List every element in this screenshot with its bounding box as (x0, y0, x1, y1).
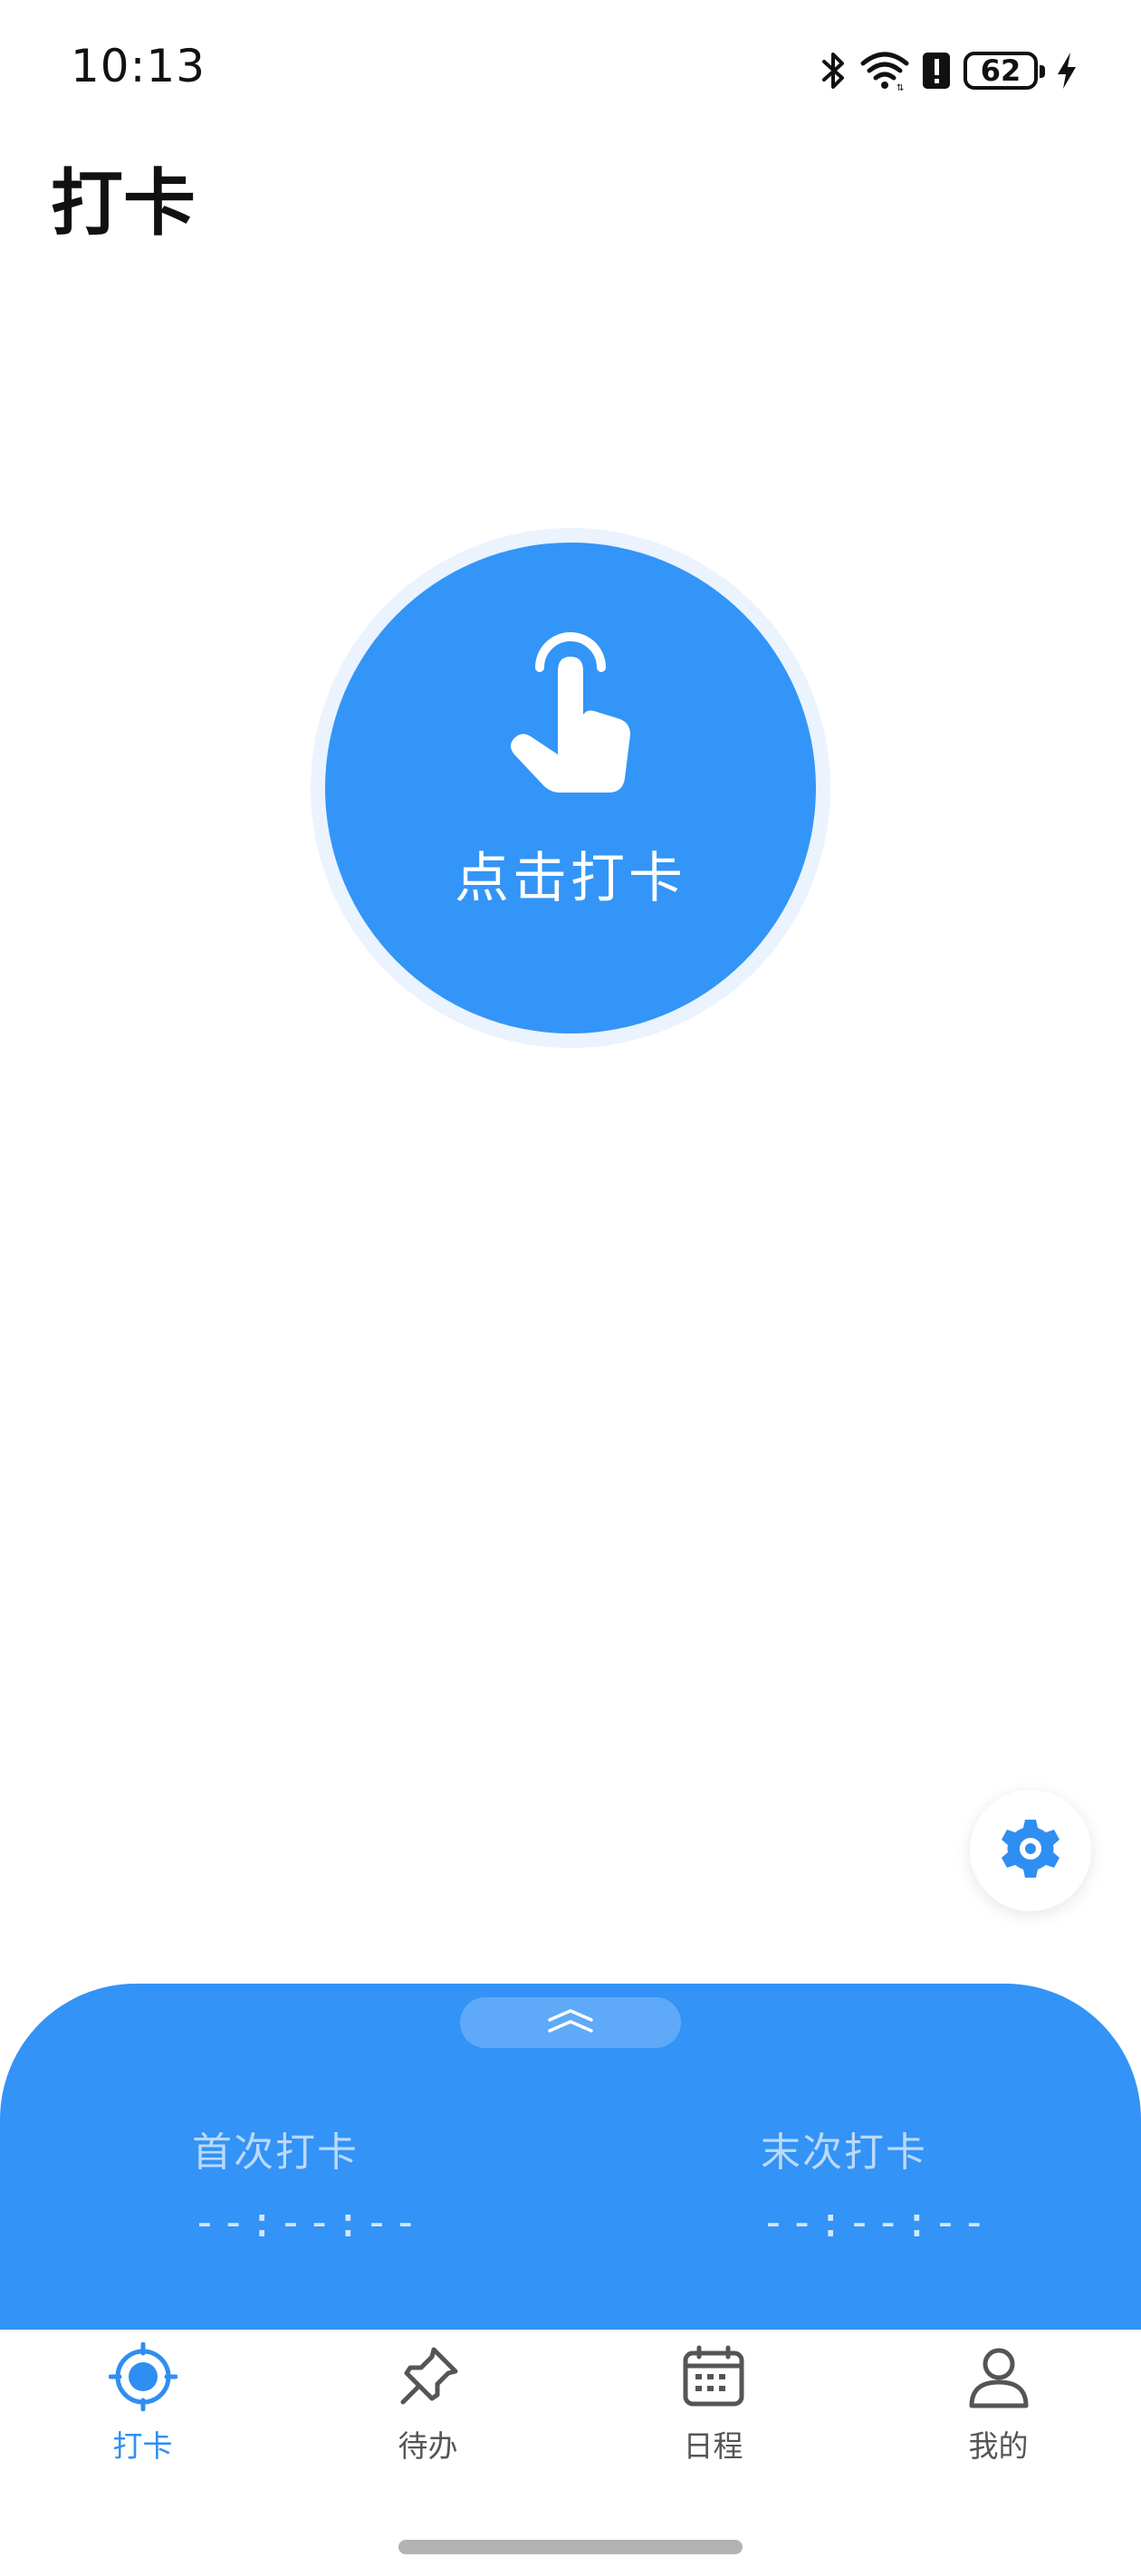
first-punch-record: 首次打卡 --:--:-- (192, 2119, 422, 2246)
last-punch-label: 末次打卡 (761, 2129, 927, 2176)
tab-label: 日程 (683, 2428, 743, 2464)
tab-label: 待办 (398, 2428, 458, 2464)
battery-icon: 62 (964, 52, 1045, 90)
tab-punch[interactable]: 打卡 (0, 2330, 285, 2493)
last-punch-record: 末次打卡 --:--:-- (761, 2119, 991, 2246)
punch-label: 点击打卡 (455, 846, 686, 910)
tab-label: 打卡 (112, 2428, 173, 2464)
settings-button[interactable] (970, 1790, 1091, 1911)
svg-text:⇅: ⇅ (896, 83, 904, 91)
alert-icon (922, 52, 951, 90)
charging-icon (1056, 51, 1078, 91)
status-icons: ⇅ 62 (820, 45, 1078, 96)
tab-todo[interactable]: 待办 (285, 2330, 570, 2493)
first-punch-time: --:--:-- (192, 2197, 422, 2246)
tab-schedule[interactable]: 日程 (570, 2330, 856, 2493)
page-title: 打卡 (51, 161, 196, 245)
status-bar: 10:13 ⇅ 62 (0, 0, 1141, 136)
tab-mine[interactable]: 我的 (856, 2330, 1141, 2493)
last-punch-time: --:--:-- (761, 2197, 991, 2246)
bottom-tab-bar: 打卡 待办 日程 我的 (0, 2330, 1141, 2493)
wifi-icon: ⇅ (860, 51, 909, 91)
home-indicator[interactable] (398, 2540, 743, 2554)
battery-level: 62 (980, 53, 1021, 88)
pin-icon (392, 2341, 465, 2413)
record-panel: 首次打卡 --:--:-- 末次打卡 --:--:-- (0, 1984, 1141, 2346)
status-time: 10:13 (71, 40, 206, 92)
gear-icon (998, 1816, 1063, 1885)
chevron-double-up-icon (546, 2007, 595, 2038)
target-icon (107, 2341, 179, 2413)
user-icon (963, 2341, 1035, 2413)
first-punch-label: 首次打卡 (192, 2129, 359, 2176)
bluetooth-icon (820, 51, 848, 91)
screen: 10:13 ⇅ 62 打卡 点击打卡 首次打卡 --:--:-- 末次打卡 --… (0, 0, 1141, 2576)
calendar-icon (677, 2341, 750, 2413)
punch-button[interactable]: 点击打卡 (325, 543, 816, 1033)
tab-label: 我的 (968, 2428, 1029, 2464)
expand-panel-button[interactable] (460, 1997, 681, 2048)
tap-hand-icon (498, 631, 643, 803)
